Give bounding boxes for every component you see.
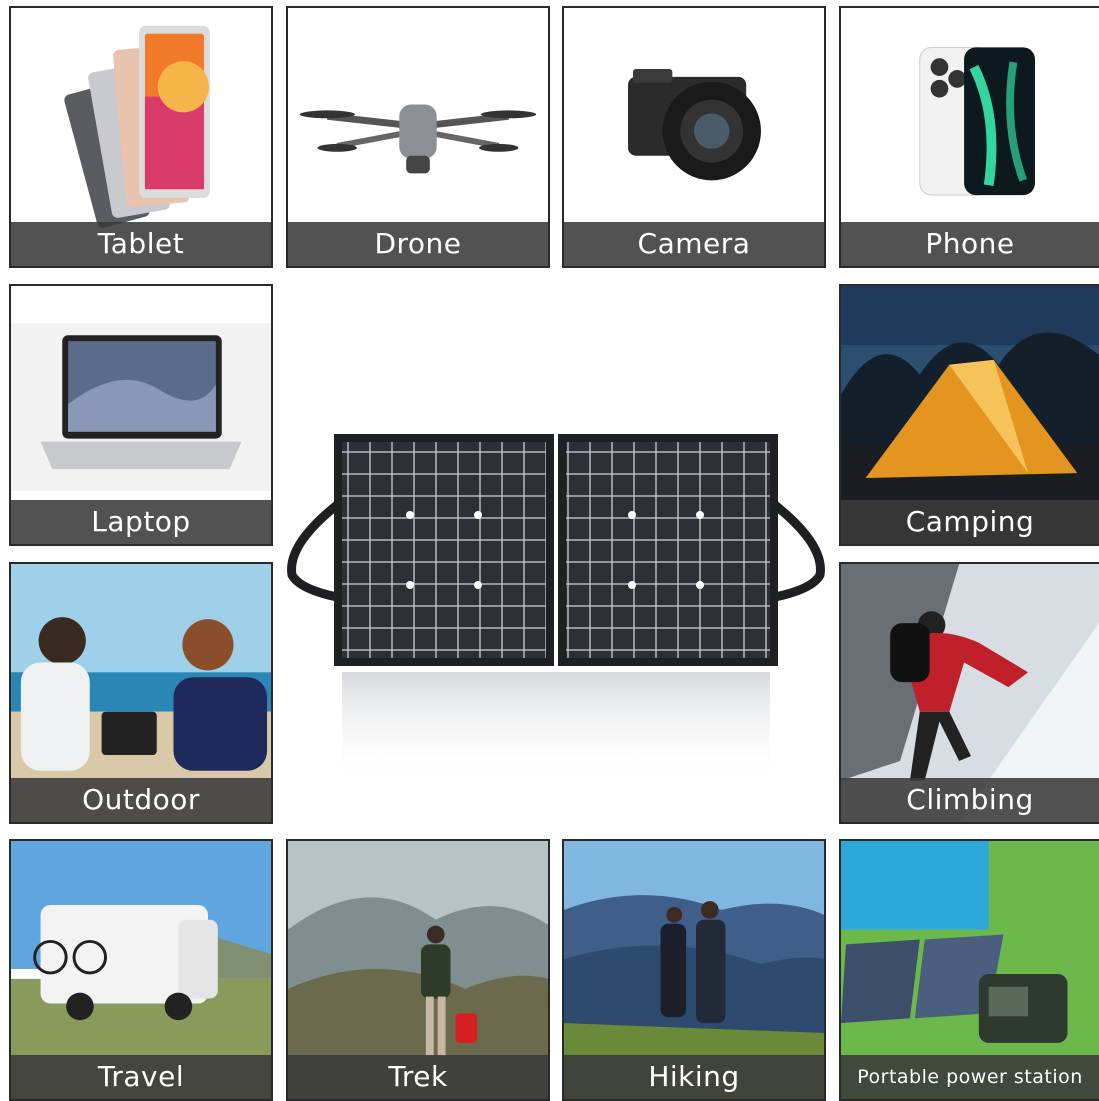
trek-caption: Trek <box>288 1055 548 1099</box>
tile-laptop: Laptop <box>9 284 273 546</box>
tile-climbing: Climbing <box>839 562 1099 824</box>
portable-power-station-caption: Portable power station <box>841 1055 1099 1099</box>
tile-travel: Travel <box>9 839 273 1101</box>
tile-phone: Phone <box>839 6 1099 268</box>
tile-portable-power-station: Portable power station <box>839 839 1099 1101</box>
solar-panel-image <box>282 430 830 810</box>
camping-caption: Camping <box>841 500 1099 544</box>
tile-tablet: Tablet <box>9 6 273 268</box>
drone-caption: Drone <box>288 222 548 266</box>
laptop-caption: Laptop <box>11 500 271 544</box>
tablet-caption: Tablet <box>11 222 271 266</box>
phone-caption: Phone <box>841 222 1099 266</box>
tile-hiking: Hiking <box>562 839 826 1101</box>
hiking-caption: Hiking <box>564 1055 824 1099</box>
camera-caption: Camera <box>564 222 824 266</box>
tile-camping: Camping <box>839 284 1099 546</box>
outdoor-caption: Outdoor <box>11 778 271 822</box>
tile-camera: Camera <box>562 6 826 268</box>
tile-drone: Drone <box>286 6 550 268</box>
travel-caption: Travel <box>11 1055 271 1099</box>
climbing-caption: Climbing <box>841 778 1099 822</box>
tile-outdoor: Outdoor <box>9 562 273 824</box>
tile-trek: Trek <box>286 839 550 1101</box>
solar-panel-drawing <box>287 434 825 782</box>
